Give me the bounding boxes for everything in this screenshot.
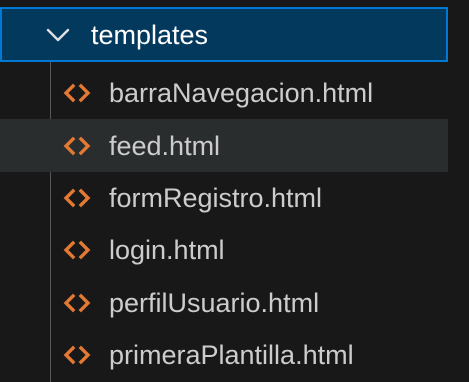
chevron-down-icon: [46, 28, 70, 42]
file-list: barraNavegacion.html feed.html formRegis…: [0, 67, 448, 381]
folder-row-templates[interactable]: templates: [0, 7, 448, 62]
html-file-icon: [63, 240, 91, 260]
html-file-icon: [63, 345, 91, 365]
file-row-feed[interactable]: feed.html: [0, 119, 448, 172]
html-file-icon: [63, 136, 91, 155]
file-row-barra-navegacion[interactable]: barraNavegacion.html: [0, 67, 448, 119]
file-row-login[interactable]: login.html: [0, 224, 448, 276]
file-label: perfilUsuario.html: [109, 287, 320, 318]
html-file-icon: [63, 188, 91, 208]
folder-label: templates: [91, 20, 209, 50]
file-row-perfil-usuario[interactable]: perfilUsuario.html: [0, 277, 448, 329]
file-label: formRegistro.html: [109, 182, 323, 213]
file-row-primera-plantilla[interactable]: primeraPlantilla.html: [0, 329, 448, 381]
html-file-icon: [63, 83, 91, 103]
file-row-form-registro[interactable]: formRegistro.html: [0, 172, 448, 224]
html-file-icon: [63, 293, 91, 313]
file-label: login.html: [109, 235, 225, 266]
file-explorer: templates barraNavegacion.html feed.html…: [0, 0, 469, 382]
file-label: barraNavegacion.html: [109, 78, 374, 109]
file-label: feed.html: [109, 130, 221, 161]
file-label: primeraPlantilla.html: [109, 340, 354, 371]
